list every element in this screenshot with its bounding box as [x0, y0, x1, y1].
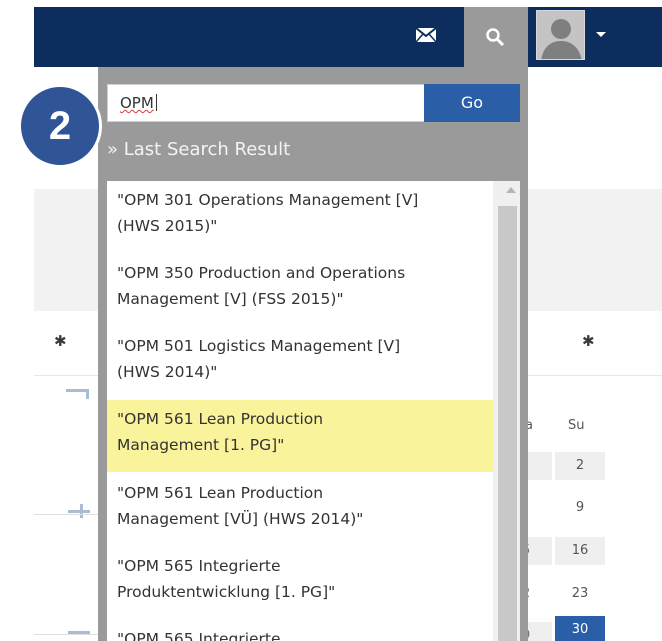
result-item[interactable]: "OPM 565 Integrierte Produktentwicklung …: [107, 547, 493, 618]
calendar-day[interactable]: 9: [555, 494, 605, 522]
result-line: "OPM 565 Integrierte: [117, 630, 281, 641]
search-toggle-button[interactable]: [464, 7, 528, 67]
result-item-highlighted[interactable]: "OPM 561 Lean Production Management [1. …: [107, 400, 493, 472]
result-line: Management [VÜ] (HWS 2014)": [117, 510, 364, 528]
magnifier-icon: [486, 28, 505, 47]
user-avatar[interactable]: [536, 10, 585, 60]
result-item[interactable]: "OPM 561 Lean Production Management [VÜ]…: [107, 474, 493, 545]
timeline-marker: [68, 510, 90, 513]
calendar-day[interactable]: 16: [555, 537, 605, 565]
timeline-marker: [34, 634, 98, 635]
timeline-marker: [80, 504, 83, 518]
result-item[interactable]: "OPM 350 Production and Operations Manag…: [107, 254, 493, 325]
calendar-day-today[interactable]: 30: [555, 616, 605, 641]
calendar-day[interactable]: 2: [555, 452, 605, 480]
result-line: "OPM 501 Logistics Management [V]: [117, 337, 401, 355]
result-line: Produktentwicklung [1. PG]": [117, 583, 336, 601]
search-results-list: "OPM 301 Operations Management [V] (HWS …: [107, 181, 493, 641]
result-line: Management [V] (FSS 2015)": [117, 290, 344, 308]
result-item[interactable]: "OPM 301 Operations Management [V] (HWS …: [107, 181, 493, 252]
text-cursor: [155, 94, 157, 111]
search-input[interactable]: OPM: [107, 84, 425, 122]
caret-down-icon[interactable]: [596, 32, 606, 37]
timeline-marker: [86, 389, 89, 399]
result-line: (HWS 2015)": [117, 217, 218, 235]
result-line: "OPM 561 Lean Production: [117, 484, 324, 502]
gear-icon[interactable]: ✱: [582, 332, 595, 350]
result-item[interactable]: "OPM 501 Logistics Management [V] (HWS 2…: [107, 327, 493, 398]
go-button[interactable]: Go: [424, 84, 520, 122]
user-silhouette-icon: [537, 11, 584, 59]
scrollbar-thumb[interactable]: [498, 206, 517, 641]
result-item[interactable]: "OPM 565 Integrierte: [107, 620, 493, 641]
calendar-day[interactable]: 23: [555, 580, 605, 608]
result-line: "OPM 565 Integrierte: [117, 557, 281, 575]
last-search-result-link[interactable]: » Last Search Result: [107, 138, 290, 162]
timeline-marker: [66, 389, 88, 392]
result-line: "OPM 561 Lean Production: [117, 410, 324, 428]
calendar-header-sun: Su: [568, 418, 585, 433]
result-line: "OPM 301 Operations Management [V]: [117, 191, 419, 209]
result-line: Management [1. PG]": [117, 436, 285, 454]
left-widget-panel: [34, 315, 100, 641]
step-number-badge: 2: [18, 84, 102, 168]
envelope-icon[interactable]: [416, 28, 436, 42]
timeline-marker: [34, 514, 98, 515]
gear-icon[interactable]: ✱: [54, 332, 67, 350]
search-input-value: OPM: [120, 94, 154, 112]
result-line: (HWS 2014)": [117, 363, 218, 381]
scroll-up-arrow-icon[interactable]: [506, 187, 516, 193]
result-line: "OPM 350 Production and Operations: [117, 264, 406, 282]
